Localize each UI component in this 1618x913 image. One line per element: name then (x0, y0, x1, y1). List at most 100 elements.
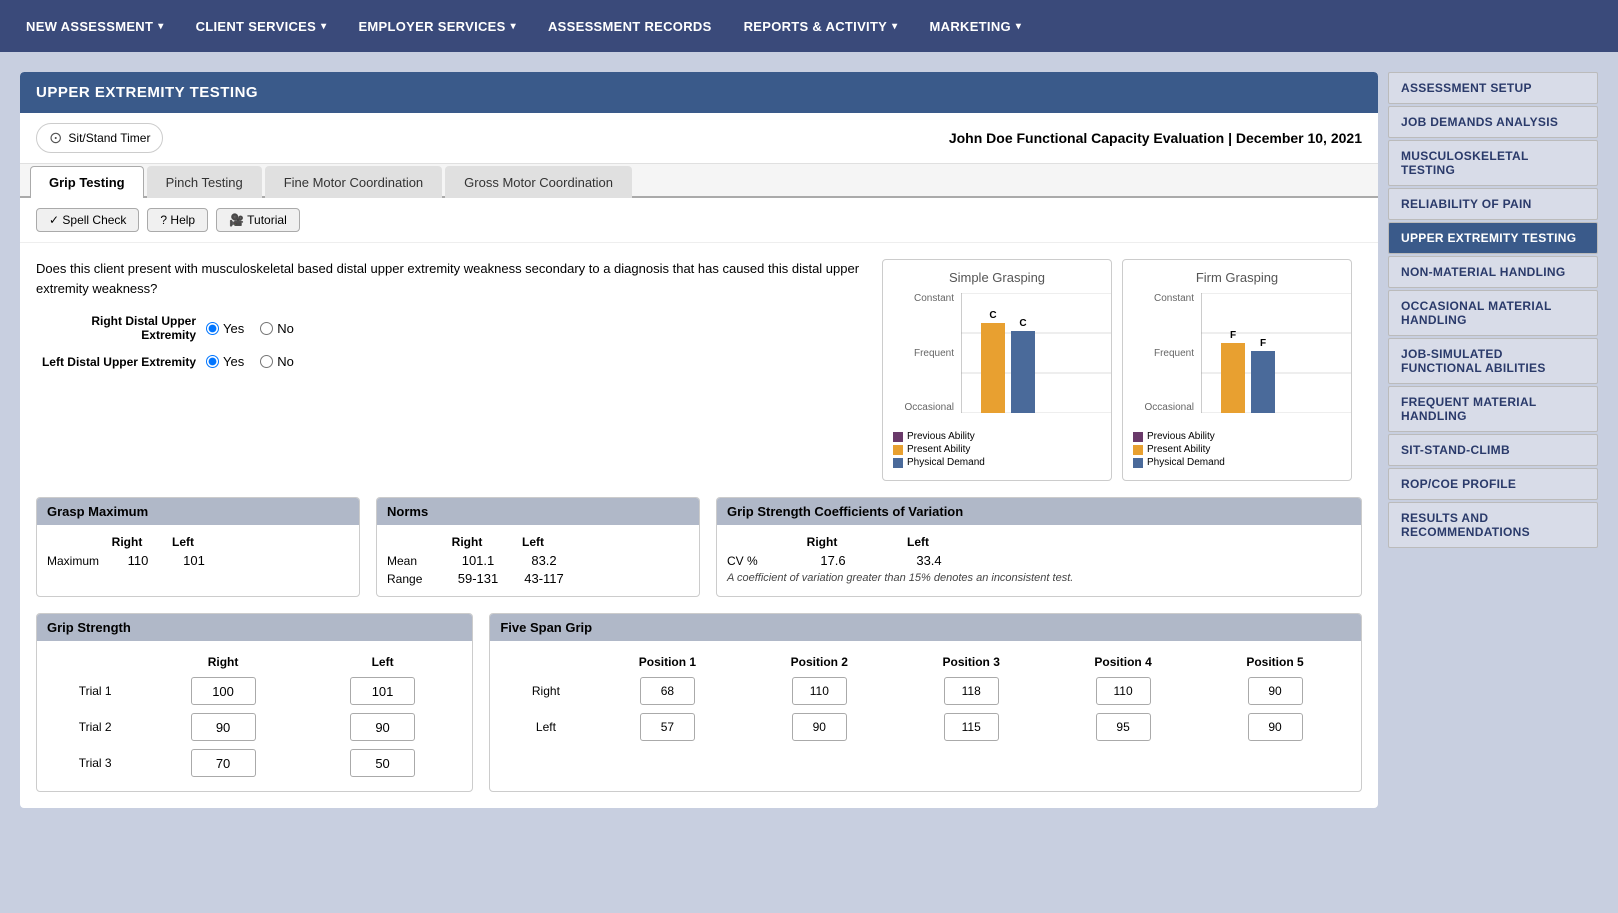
nav-new-assessment[interactable]: NEW ASSESSMENT ▾ (10, 0, 180, 52)
sidebar-item-musculoskeletal[interactable]: MUSCULOSKELETAL TESTING (1388, 140, 1598, 186)
sidebar-item-reliability-pain[interactable]: RELIABILITY OF PAIN (1388, 188, 1598, 220)
grip-strength-table: Right Left Trial 1 (47, 651, 462, 781)
legend-physical-demand2 (1133, 458, 1143, 468)
tab-fine-motor[interactable]: Fine Motor Coordination (265, 166, 442, 198)
chevron-down-icon: ▾ (321, 21, 326, 32)
span-right-p3[interactable] (944, 677, 999, 705)
subheader: ⊙ Sit/Stand Timer John Doe Functional Ca… (20, 113, 1378, 164)
chevron-down-icon: ▾ (511, 21, 516, 32)
grip-strength-header: Grip Strength (37, 614, 472, 641)
grip-trial2-right[interactable] (191, 713, 256, 741)
span-col-pos5: Position 5 (1199, 651, 1351, 673)
table-row: Trial 2 (47, 709, 462, 745)
simple-grasping-legend: Previous Ability Present Ability Physica… (893, 431, 1101, 468)
span-right-p2[interactable] (792, 677, 847, 705)
sidebar-item-frequent-material[interactable]: FREQUENT MATERIAL HANDLING (1388, 386, 1598, 432)
grip-trial1-label: Trial 1 (47, 673, 143, 709)
grip-trial2-label: Trial 2 (47, 709, 143, 745)
table-row: Trial 1 (47, 673, 462, 709)
sidebar-item-sit-stand-climb[interactable]: SIT-STAND-CLIMB (1388, 434, 1598, 466)
help-button[interactable]: ? Help (147, 208, 208, 232)
y-label-constant2: Constant (1133, 293, 1198, 304)
grip-trial1-right[interactable] (191, 677, 256, 705)
left-distal-options: Yes No (206, 354, 294, 369)
grip-col-right: Right (143, 651, 303, 673)
grasp-maximum-body: Right Left Maximum 110 101 (37, 525, 359, 578)
sidebar-item-assessment-setup[interactable]: ASSESSMENT SETUP (1388, 72, 1598, 104)
tab-pinch-testing[interactable]: Pinch Testing (147, 166, 262, 198)
five-span-grip-header: Five Span Grip (490, 614, 1361, 641)
right-distal-yes[interactable]: Yes (206, 321, 244, 336)
span-left-p2[interactable] (792, 713, 847, 741)
coefficients-body: Right Left CV % 17.6 33.4 A coefficient … (717, 525, 1361, 594)
span-left-label: Left (500, 709, 591, 745)
sidebar-item-occasional-material[interactable]: OCCASIONAL MATERIAL HANDLING (1388, 290, 1598, 336)
span-left-p4[interactable] (1096, 713, 1151, 741)
right-distal-label: Right Distal UpperExtremity (36, 314, 196, 342)
tutorial-button[interactable]: 🎥 Tutorial (216, 208, 300, 232)
right-sidebar: ASSESSMENT SETUP JOB DEMANDS ANALYSIS MU… (1388, 72, 1598, 808)
spell-check-button[interactable]: ✓ Spell Check (36, 208, 139, 232)
norms-right-header: Right (442, 535, 492, 549)
span-right-p5[interactable] (1248, 677, 1303, 705)
mean-label: Mean (387, 554, 437, 568)
left-distal-no[interactable]: No (260, 354, 294, 369)
tab-grip-testing[interactable]: Grip Testing (30, 166, 144, 198)
svg-text:F: F (1260, 338, 1266, 349)
y-label-occasional: Occasional (893, 402, 958, 413)
range-label: Range (387, 572, 437, 586)
norms-box: Norms Right Left Mean 101.1 83.2 Range (376, 497, 700, 597)
nav-marketing[interactable]: MARKETING ▾ (914, 0, 1038, 52)
nav-reports-activity[interactable]: REPORTS & ACTIVITY ▾ (728, 0, 914, 52)
sidebar-item-rop-coe[interactable]: ROP/COE PROFILE (1388, 468, 1598, 500)
sidebar-item-non-material[interactable]: NON-MATERIAL HANDLING (1388, 256, 1598, 288)
y-label-occasional2: Occasional (1133, 402, 1198, 413)
span-col-pos1: Position 1 (591, 651, 743, 673)
grasp-maximum-box: Grasp Maximum Right Left Maximum 110 101 (36, 497, 360, 597)
nav-employer-services[interactable]: EMPLOYER SERVICES ▾ (342, 0, 532, 52)
sidebar-item-job-demands[interactable]: JOB DEMANDS ANALYSIS (1388, 106, 1598, 138)
sit-stand-timer-button[interactable]: ⊙ Sit/Stand Timer (36, 123, 163, 153)
tab-gross-motor[interactable]: Gross Motor Coordination (445, 166, 632, 198)
cv-right-value: 17.6 (793, 553, 873, 568)
span-right-label: Right (500, 673, 591, 709)
toolbar: ✓ Spell Check ? Help 🎥 Tutorial (20, 198, 1378, 243)
right-distal-group: Right Distal UpperExtremity Yes No (36, 314, 866, 342)
sidebar-item-results[interactable]: RESULTS AND RECOMMENDATIONS (1388, 502, 1598, 548)
content-area: UPPER EXTREMITY TESTING ⊙ Sit/Stand Time… (20, 72, 1378, 808)
grip-trial1-left[interactable] (350, 677, 415, 705)
norms-body: Right Left Mean 101.1 83.2 Range 59-131 … (377, 525, 699, 596)
span-right-p1[interactable] (640, 677, 695, 705)
right-distal-no[interactable]: No (260, 321, 294, 336)
lower-tables-row: Grip Strength Right Left (36, 613, 1362, 792)
five-span-table: Position 1 Position 2 Position 3 Positio… (500, 651, 1351, 745)
span-left-p1[interactable] (640, 713, 695, 741)
svg-text:C: C (989, 310, 996, 321)
span-left-p5[interactable] (1248, 713, 1303, 741)
five-span-grip-body: Position 1 Position 2 Position 3 Positio… (490, 641, 1361, 755)
charts-panel: Simple Grasping Constant Frequent Occasi… (882, 259, 1362, 481)
assessment-title: John Doe Functional Capacity Evaluation … (949, 130, 1362, 146)
grip-trial3-left[interactable] (350, 749, 415, 777)
chevron-down-icon: ▾ (892, 21, 897, 32)
grasp-left-value: 101 (174, 553, 214, 568)
main-content: Does this client present with musculoske… (20, 243, 1378, 497)
nav-client-services[interactable]: CLIENT SERVICES ▾ (180, 0, 343, 52)
grip-col-left: Left (303, 651, 463, 673)
span-right-p4[interactable] (1096, 677, 1151, 705)
grip-trial3-right[interactable] (191, 749, 256, 777)
timer-icon: ⊙ (49, 128, 62, 148)
five-span-grip-box: Five Span Grip Position 1 Position 2 Pos… (489, 613, 1362, 792)
cv-label: CV % (727, 554, 777, 568)
left-distal-yes[interactable]: Yes (206, 354, 244, 369)
nav-assessment-records[interactable]: ASSESSMENT RECORDS (532, 0, 728, 52)
span-left-p3[interactable] (944, 713, 999, 741)
firm-grasping-legend: Previous Ability Present Ability Physica… (1133, 431, 1341, 468)
data-section: Grasp Maximum Right Left Maximum 110 101 (20, 497, 1378, 808)
table-row: Right (500, 673, 1351, 709)
sidebar-item-job-simulated[interactable]: JOB-SIMULATED FUNCTIONAL ABILITIES (1388, 338, 1598, 384)
grasp-maximum-header: Grasp Maximum (37, 498, 359, 525)
sidebar-item-upper-extremity[interactable]: UPPER EXTREMITY TESTING (1388, 222, 1598, 254)
simple-grasping-chart: Simple Grasping Constant Frequent Occasi… (882, 259, 1112, 481)
grip-trial2-left[interactable] (350, 713, 415, 741)
